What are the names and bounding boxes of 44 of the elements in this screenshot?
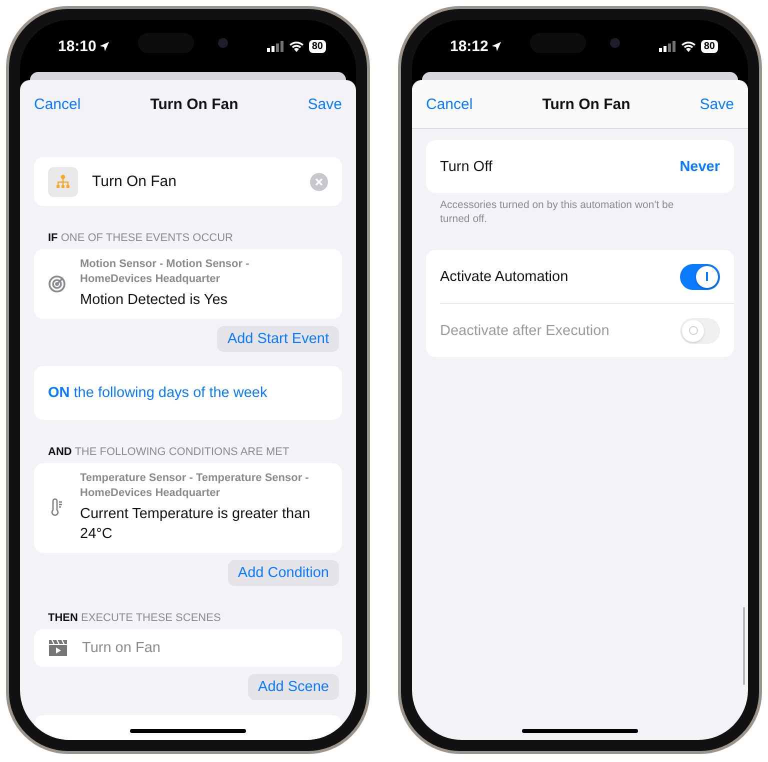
device-name: Temperature Sensor - Temperature Sensor - HomeDevices Headquarter <box>80 471 310 501</box>
section-header: IF ONE OF THESE EVENTS OCCUR <box>48 232 234 244</box>
status-time: 18:12 <box>450 38 502 54</box>
cancel-button[interactable]: Cancel <box>426 96 473 112</box>
battery-level: 80 <box>308 40 326 52</box>
scene-label: Turn on Fan <box>82 640 160 656</box>
add-button[interactable]: Add Scene <box>248 674 339 700</box>
footnote-text: Accessories turned on by this automation won't be turned off. <box>440 198 675 226</box>
wifi-icon <box>680 40 696 52</box>
add-button[interactable]: Add Condition <box>228 560 339 586</box>
clear-icon[interactable] <box>310 172 328 190</box>
save-button[interactable]: Save <box>700 96 734 112</box>
save-button[interactable]: Save <box>308 96 342 112</box>
motion-sensor-icon <box>48 274 66 292</box>
wifi-icon <box>288 40 304 52</box>
section-header: AND THE FOLLOWING CONDITIONS ARE MET <box>48 446 290 458</box>
value-button[interactable]: Never <box>680 158 720 174</box>
event-card[interactable]: Motion Sensor - Motion Sensor - HomeDevices Headquarter Motion Detected is Yes <box>34 249 342 319</box>
status-time: 18:10 <box>58 38 110 54</box>
row-label: Turn Off <box>440 158 492 174</box>
automation-icon <box>48 166 78 196</box>
camera-dot <box>610 38 620 48</box>
battery-level: 80 <box>700 40 718 52</box>
signal-icon <box>658 40 676 52</box>
nav-title: Turn On Fan <box>150 96 238 112</box>
nav-title: Turn On Fan <box>542 96 630 112</box>
signal-icon <box>266 40 284 52</box>
event-card[interactable]: Temperature Sensor - Temperature Sensor - HomeDevices Headquarter Current Temperature is greater than 24°C <box>34 463 342 553</box>
location-arrow-icon <box>99 40 110 52</box>
scene-card[interactable]: Turn on Fan <box>34 629 342 667</box>
row-label: Deactivate after Execution <box>440 322 610 338</box>
days-link[interactable]: ON the following days of the week <box>48 385 268 401</box>
name-field[interactable]: Turn On Fan <box>92 173 296 190</box>
cancel-button[interactable]: Cancel <box>34 96 81 112</box>
condition-text: Current Temperature is greater than 24°C <box>80 505 312 544</box>
toggle-switch[interactable] <box>680 264 720 290</box>
section-header: THEN EXECUTE THESE SCENES <box>48 612 222 624</box>
camera-dot <box>218 38 228 48</box>
row-label: Activate Automation <box>440 268 568 284</box>
location-arrow-icon <box>491 40 502 52</box>
device-name: Motion Sensor - Motion Sensor - HomeDevices Headquarter <box>80 257 250 287</box>
condition-text: Motion Detected is Yes <box>80 291 229 310</box>
clapperboard-icon <box>48 639 68 657</box>
add-button[interactable]: Add Start Event <box>217 326 339 352</box>
